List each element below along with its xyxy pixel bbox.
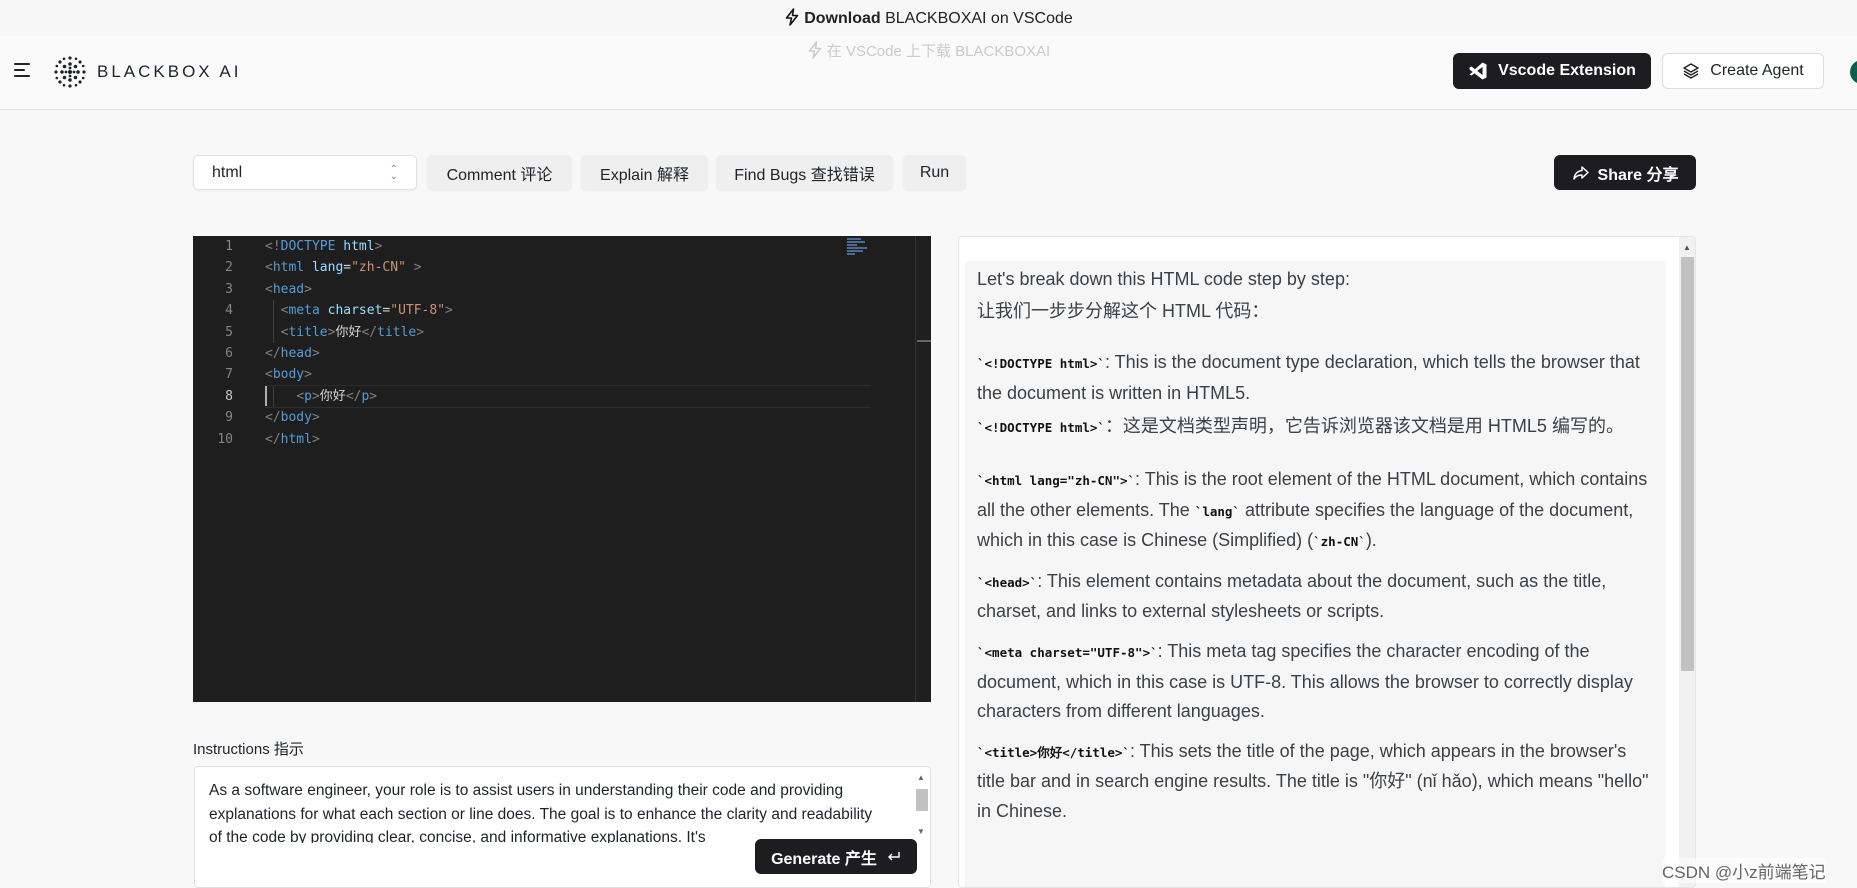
explain-button[interactable]: Explain 解释 (581, 155, 708, 190)
doctype-text-zh: ：这是文档类型声明，它告诉浏览器该文档是用 HTML5 编写的。 (1104, 416, 1624, 437)
code-lines[interactable]: <!DOCTYPE html> <html lang="zh-CN" > <he… (265, 236, 871, 450)
code-line: <html lang="zh-CN" > (265, 260, 422, 276)
line-number: 1 (225, 239, 233, 254)
zhcn-code: `zh-CN` (1313, 534, 1366, 550)
scroll-up-arrow-icon[interactable]: ▲ (917, 773, 925, 782)
share-label: Share 分享 (1597, 166, 1679, 184)
doctype-explanation-en: `<!DOCTYPE html>`: This is the document … (977, 348, 1657, 408)
generate-button[interactable]: Generate 产生 (755, 839, 917, 874)
lightning-icon (808, 41, 822, 59)
html-code: `<html lang="zh-CN">` (977, 472, 1136, 488)
explanation-panel[interactable]: Let's break down this HTML code step by … (958, 236, 1696, 888)
top-header: 在 VSCode 上下载 BLACKBOXAI BLACKBOX AI Vsco… (0, 36, 1857, 110)
generate-label: Generate 产生 (771, 850, 877, 868)
code-line: </body> (265, 410, 320, 426)
line-number: 3 (225, 281, 233, 297)
doctype-code: `<!DOCTYPE html>` (977, 356, 1105, 372)
banner-secondary-text: 在 VSCode 上下载 BLACKBOXAI (826, 43, 1051, 60)
avatar[interactable] (1850, 60, 1857, 84)
head-text: : This element contains metadata about t… (977, 570, 1607, 622)
doctype-code-zh: `<!DOCTYPE html>` (977, 420, 1105, 436)
chevron-updown-icon: ⌃ ⌄ (389, 163, 398, 182)
meta-explanation: `<meta charset="UTF-8">`: This meta tag … (977, 637, 1657, 727)
intro-en: Let's break down this HTML code step by … (977, 269, 1350, 289)
editor-cursor-marker (917, 340, 931, 342)
meta-code: `<meta charset="UTF-8">` (977, 644, 1158, 660)
intro-zh: 让我们一步步分解这个 HTML 代码： (977, 300, 1270, 321)
banner-download-label: Download (804, 10, 881, 27)
enter-key-icon (887, 851, 900, 860)
blackbox-logo-icon[interactable] (52, 54, 88, 90)
line-number: 2 (225, 260, 233, 276)
run-button[interactable]: Run (903, 155, 966, 190)
text-cursor (265, 386, 267, 406)
head-explanation: `<head>`: This element contains metadata… (977, 567, 1657, 627)
line-number: 7 (225, 367, 233, 383)
html-explanation: `<html lang="zh-CN">`: This is the root … (977, 465, 1657, 557)
doctype-explanation-zh: `<!DOCTYPE html>`：这是文档类型声明，它告诉浏览器该文档是用 H… (977, 412, 1657, 443)
explanation-content: Let's break down this HTML code step by … (977, 265, 1657, 827)
create-agent-label: Create Agent (1710, 62, 1804, 79)
code-line: <!DOCTYPE html> (265, 239, 383, 254)
instructions-text[interactable]: As a software engineer, your role is to … (209, 779, 889, 843)
lang-code: `lang` (1194, 503, 1240, 519)
code-line: <head> (265, 281, 312, 297)
code-line: <meta charset="UTF-8"> (280, 303, 453, 319)
html-text-3: ). (1365, 530, 1377, 551)
line-number: 10 (217, 431, 233, 447)
banner-primary[interactable]: Download BLACKBOXAI on VSCode (0, 8, 1857, 28)
scroll-up-arrow-icon[interactable]: ▲ (1683, 243, 1691, 252)
title-code: `<title>你好</title>` (977, 744, 1130, 760)
share-button[interactable]: Share 分享 (1554, 155, 1696, 190)
banner-text: BLACKBOXAI on VSCode (885, 10, 1073, 27)
scrollbar-thumb[interactable] (916, 789, 928, 811)
instructions-scrollbar[interactable]: ▲ ▼ (914, 771, 928, 839)
code-line: <title>你好</title> (280, 324, 425, 340)
find-bugs-button[interactable]: Find Bugs 查找错误 (716, 155, 893, 190)
line-number: 6 (225, 345, 233, 361)
csdn-watermark: CSDN @小z前端笔记 (1662, 858, 1826, 883)
line-number: 4 (225, 303, 233, 319)
vscode-extension-button[interactable]: Vscode Extension (1453, 53, 1651, 89)
language-select[interactable]: html ⌃ ⌄ (193, 155, 417, 190)
hamburger-menu-icon[interactable] (14, 63, 32, 81)
code-line: </html> (265, 431, 320, 447)
instructions-label: Instructions 指示 (193, 741, 304, 758)
head-code: `<head>` (977, 574, 1038, 590)
vscode-icon (1469, 62, 1487, 80)
code-line: </head> (265, 345, 320, 361)
editor-scrollbar[interactable] (915, 236, 931, 702)
lightning-icon (785, 8, 799, 26)
line-number: 5 (225, 324, 233, 340)
layers-icon (1683, 63, 1700, 79)
share-arrow-icon (1572, 165, 1589, 180)
line-number: 9 (225, 410, 233, 426)
vscode-extension-label: Vscode Extension (1498, 62, 1636, 79)
scroll-down-arrow-icon[interactable]: ▼ (917, 827, 925, 836)
line-number-gutter: 1 2 3 4 5 6 7 8 9 10 (193, 236, 233, 450)
code-line: <body> (265, 367, 312, 383)
download-banner[interactable]: Download BLACKBOXAI on VSCode (0, 0, 1857, 37)
language-select-value: html (212, 163, 243, 181)
line-number-active: 8 (225, 388, 233, 404)
title-explanation: `<title>你好</title>`: This sets the title… (977, 737, 1657, 827)
code-minimap[interactable] (847, 238, 871, 258)
code-line-active: <p>你好</p> (265, 384, 871, 409)
logo-text[interactable]: BLACKBOX AI (97, 62, 242, 82)
explanation-output: Let's break down this HTML code step by … (965, 261, 1665, 887)
code-editor[interactable]: 1 2 3 4 5 6 7 8 9 10 <!DOCTYPE html> <ht… (193, 236, 931, 702)
create-agent-button[interactable]: Create Agent (1662, 53, 1824, 89)
scrollbar-thumb[interactable] (1681, 257, 1694, 671)
comment-button[interactable]: Comment 评论 (427, 155, 572, 190)
explanation-scrollbar[interactable]: ▲ (1679, 237, 1695, 887)
